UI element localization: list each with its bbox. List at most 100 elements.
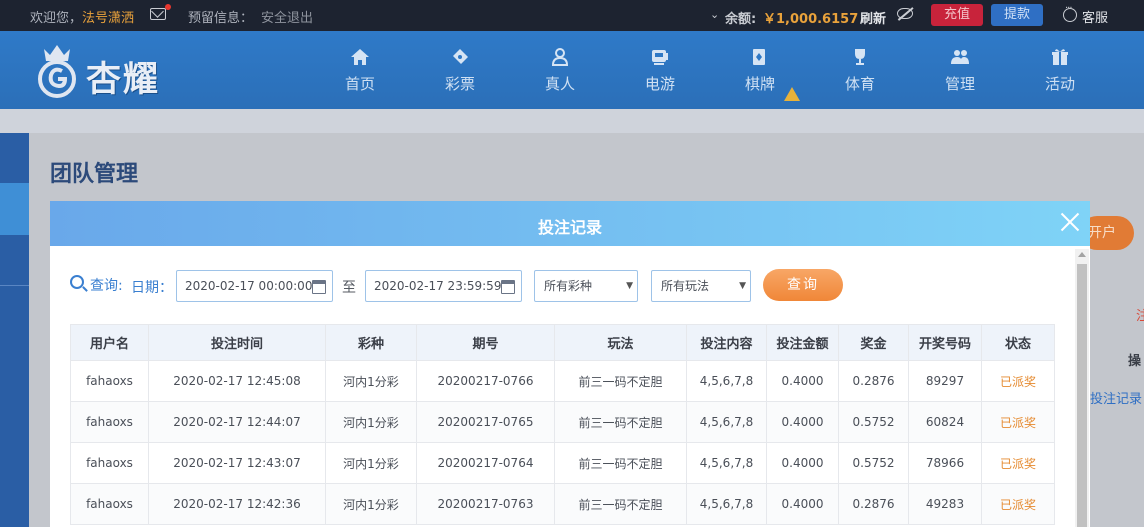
hide-balance-icon[interactable] <box>897 8 913 19</box>
header-bet-amount: 投注金额 <box>766 324 839 361</box>
date-label: 日期： <box>131 280 173 296</box>
nav-label: 电游 <box>644 75 675 93</box>
top-bar: 欢迎您， 法号潇洒 预留信息： 安全退出 ⌄ 余额: ￥1,000.6157 刷… <box>0 0 1144 31</box>
cell-bet-amount: 0.4000 <box>766 401 839 443</box>
table-row: fahaoxs 2020-02-17 12:45:08 河内1分彩 202002… <box>70 360 1055 402</box>
mail-icon[interactable] <box>150 8 166 20</box>
ticket-icon <box>453 49 468 64</box>
cell-bet-time: 2020-02-17 12:43:07 <box>148 442 326 484</box>
cell-draw-number: 89297 <box>908 360 982 402</box>
recharge-button[interactable]: 充值 <box>931 4 983 26</box>
end-date-input[interactable]: 2020-02-17 23:59:59 <box>365 270 522 302</box>
cell-issue: 20200217-0766 <box>416 360 555 402</box>
chat-icon[interactable] <box>1063 3 1077 22</box>
table-row: fahaoxs 2020-02-17 12:43:07 河内1分彩 202002… <box>70 442 1055 484</box>
cell-issue: 20200217-0763 <box>416 483 555 525</box>
play-select[interactable]: 所有玩法 ▼ <box>651 270 751 302</box>
bet-record-link[interactable]: 投注记录 <box>1090 388 1142 407</box>
home-icon <box>351 49 369 65</box>
nav-label: 真人 <box>544 75 575 93</box>
header-lottery: 彩种 <box>325 324 417 361</box>
person-icon <box>551 48 569 66</box>
welcome-text: 欢迎您， <box>30 11 83 26</box>
cell-username: fahaoxs <box>70 401 149 443</box>
header-username: 用户名 <box>70 324 149 361</box>
modal-scrollbar[interactable] <box>1075 249 1089 527</box>
withdraw-button[interactable]: 提款 <box>991 4 1043 26</box>
cell-lottery: 河内1分彩 <box>325 442 417 484</box>
lottery-select[interactable]: 所有彩种 ▼ <box>534 270 638 302</box>
scroll-up-arrow-icon[interactable] <box>1078 252 1086 257</box>
header-issue: 期号 <box>416 324 555 361</box>
calendar-icon[interactable] <box>312 280 326 294</box>
header-draw-number: 开奖号码 <box>908 324 982 361</box>
cell-draw-number: 60824 <box>908 401 982 443</box>
cell-status: 已派奖 <box>981 483 1055 525</box>
page-title: 团队管理 <box>50 162 139 187</box>
nav-label: 活动 <box>1044 75 1075 93</box>
scroll-thumb[interactable] <box>1077 264 1087 527</box>
close-icon[interactable] <box>1059 211 1081 233</box>
cell-bet-content: 4,5,6,7,8 <box>686 360 767 402</box>
header-status: 状态 <box>981 324 1055 361</box>
cell-bet-content: 4,5,6,7,8 <box>686 483 767 525</box>
cell-status: 已派奖 <box>981 442 1055 484</box>
cell-play: 前三一码不定胆 <box>554 483 687 525</box>
cell-prize: 0.2876 <box>838 483 909 525</box>
nav-home[interactable]: 首页 <box>310 31 410 109</box>
bet-records-table: 用户名 投注时间 彩种 期号 玩法 投注内容 投注金额 奖金 开奖号码 状态 f… <box>70 324 1055 525</box>
refresh-button[interactable]: 刷新 <box>860 8 886 27</box>
hot-badge-icon <box>784 87 800 101</box>
operation-header: 操 <box>1128 354 1142 369</box>
end-date-value: 2020-02-17 23:59:59 <box>374 279 502 293</box>
reserved-info: 预留信息： <box>188 11 254 26</box>
modal-title: 投注记录 <box>537 218 602 237</box>
sub-nav-strip <box>0 109 1144 133</box>
cell-bet-time: 2020-02-17 12:42:36 <box>148 483 326 525</box>
customer-service-link[interactable]: 客服 <box>1082 7 1108 26</box>
cell-draw-number: 78966 <box>908 442 982 484</box>
chevron-down-icon: ▼ <box>626 281 633 291</box>
cell-issue: 20200217-0765 <box>416 401 555 443</box>
cell-issue: 20200217-0764 <box>416 442 555 484</box>
cell-lottery: 河内1分彩 <box>325 360 417 402</box>
cell-bet-amount: 0.4000 <box>766 442 839 484</box>
cell-play: 前三一码不定胆 <box>554 401 687 443</box>
search-icon <box>70 275 84 289</box>
to-label: 至 <box>342 280 356 296</box>
logo-text[interactable]: 杏耀 <box>86 51 160 102</box>
cell-play: 前三一码不定胆 <box>554 360 687 402</box>
nav-slots[interactable]: 电游 <box>610 31 710 109</box>
cards-icon <box>753 49 765 65</box>
calendar-icon[interactable] <box>501 280 515 294</box>
header-bet-time: 投注时间 <box>148 324 326 361</box>
unread-dot <box>165 4 171 10</box>
play-select-value: 所有玩法 <box>661 279 710 293</box>
cell-draw-number: 49283 <box>908 483 982 525</box>
header-prize: 奖金 <box>838 324 909 361</box>
nav-events[interactable]: 活动 <box>1010 31 1110 109</box>
background-red-text: 注 <box>1136 309 1144 324</box>
nav-manage[interactable]: 管理 <box>910 31 1010 109</box>
nav-lottery[interactable]: 彩票 <box>410 31 510 109</box>
start-date-input[interactable]: 2020-02-17 00:00:00 <box>176 270 333 302</box>
sidebar-item-active[interactable] <box>0 183 29 235</box>
cell-bet-time: 2020-02-17 12:45:08 <box>148 360 326 402</box>
logo-emblem-icon[interactable] <box>32 41 82 99</box>
query-button[interactable]: 查询 <box>763 269 843 301</box>
modal-header: 投注记录 <box>50 201 1090 246</box>
logout-link[interactable]: 安全退出 <box>261 7 313 26</box>
start-date-value: 2020-02-17 00:00:00 <box>185 279 313 293</box>
cell-bet-time: 2020-02-17 12:44:07 <box>148 401 326 443</box>
gamepad-icon <box>652 50 668 65</box>
nav-live[interactable]: 真人 <box>510 31 610 109</box>
cell-bet-amount: 0.4000 <box>766 483 839 525</box>
chevron-down-icon[interactable]: ⌄ <box>710 8 719 21</box>
bet-record-modal: 投注记录 查询: 日期： 2020-02-17 00:00:00 至 2020-… <box>50 201 1090 527</box>
nav-label: 管理 <box>944 75 975 93</box>
nav-label: 首页 <box>344 75 375 93</box>
nav-sports[interactable]: 体育 <box>810 31 910 109</box>
trophy-icon <box>855 49 865 65</box>
username[interactable]: 法号潇洒 <box>82 7 134 26</box>
cell-prize: 0.5752 <box>838 442 909 484</box>
